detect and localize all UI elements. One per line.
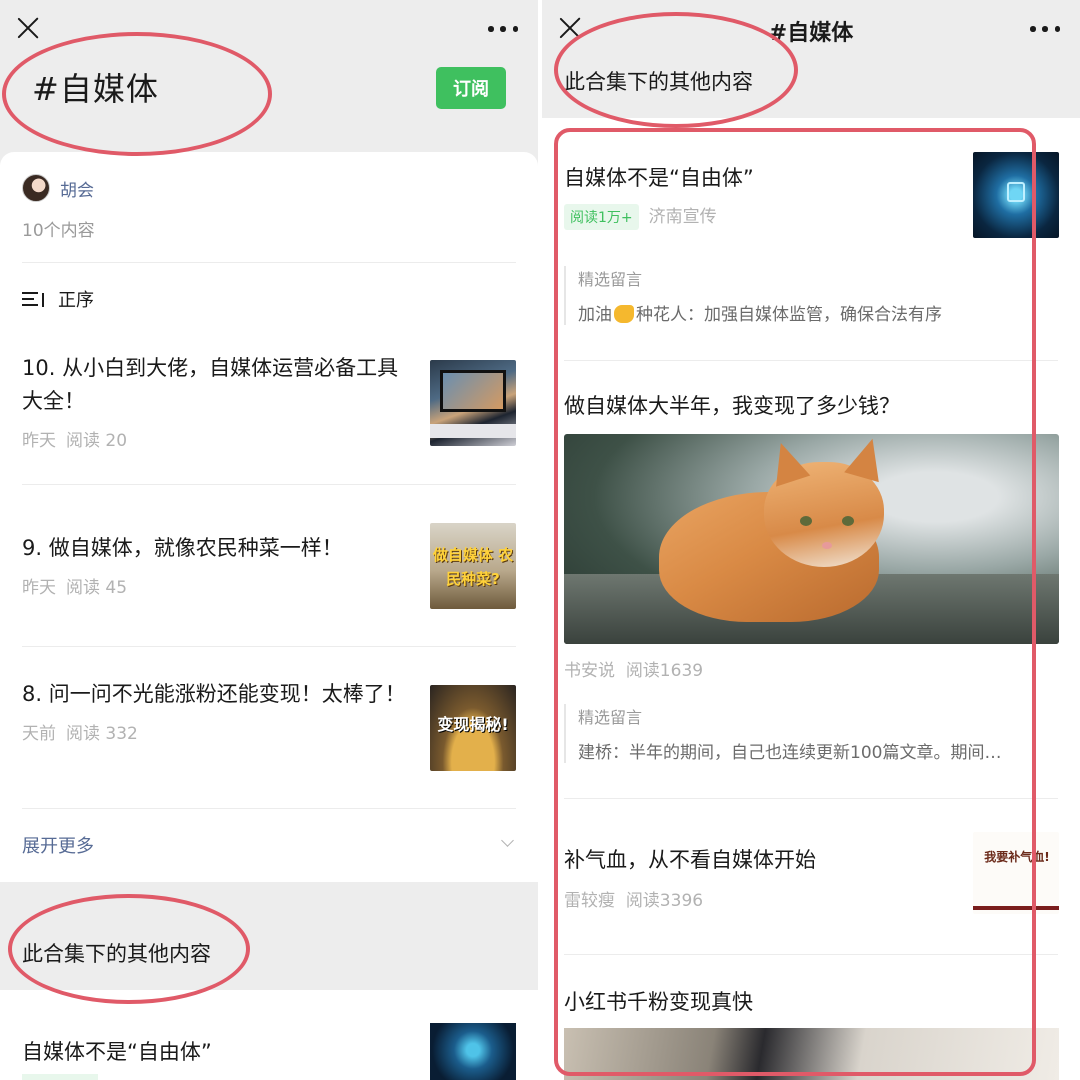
divider: [22, 808, 516, 809]
article-meta: 雷较瘦 阅读3396: [564, 886, 816, 911]
list-item[interactable]: 8. 问一问不光能涨粉还能变现！太棒了！ 天前 阅读 332 变现揭秘!: [22, 678, 516, 771]
item-title: 自媒体不是“自由体”: [22, 1040, 212, 1064]
chevron-down-icon: [501, 834, 514, 847]
subscribe-button[interactable]: 订阅: [436, 67, 506, 109]
thumbnail-caption: 我要补气血!: [984, 850, 1050, 864]
other-content-header: 此合集下的其他内容: [564, 70, 753, 94]
keyboard: [430, 424, 516, 438]
other-content-list: 自媒体不是“自由体” 阅读1万+ 济南宣传 精选留言 加油 种花人：加强自媒体监管，…: [542, 118, 1080, 1080]
close-icon[interactable]: [14, 14, 42, 42]
avatar: [22, 174, 50, 202]
article-title: 补气血，从不看自媒体开始: [564, 848, 816, 872]
hashtag-title: #自媒体: [32, 70, 159, 108]
left-panel: #自媒体 订阅 胡会 10个内容 正序 10. 从小白到大佬，自媒体运营必备工具…: [0, 0, 538, 1080]
right-panel: #自媒体 此合集下的其他内容 自媒体不是“自由体” 阅读1万+ 济南宣传 精选留言…: [542, 0, 1080, 1080]
read-tag-partial: [22, 1074, 98, 1080]
bottom-item[interactable]: 自媒体不是“自由体”: [0, 990, 538, 1080]
article-reads: 阅读1639: [625, 661, 704, 681]
article-meta: 书安说 阅读1639: [564, 656, 703, 681]
article-title: 自媒体不是“自由体”: [564, 166, 754, 190]
article-thumbnail: [973, 152, 1059, 238]
divider: [22, 646, 516, 647]
item-thumbnail: [430, 1023, 516, 1080]
item-reads: 阅读 45: [66, 578, 128, 598]
article-title[interactable]: 做自媒体大半年，我变现了多少钱？: [564, 390, 900, 420]
item-reads: 阅读 332: [66, 724, 138, 744]
sort-icon: [22, 290, 44, 308]
expand-more-link[interactable]: 展开更多: [22, 832, 516, 858]
featured-comment[interactable]: 精选留言 加油 种花人：加强自媒体监管，确保合法有序: [564, 266, 1058, 325]
content-count: 10个内容: [22, 221, 95, 241]
comment-body: 种花人：加强自媒体监管，确保合法有序: [636, 305, 942, 325]
divider: [22, 484, 516, 485]
read-badge: 阅读1万+: [564, 204, 639, 230]
cat-nose: [822, 542, 832, 549]
item-title: 9. 做自媒体，就像农民种菜一样！: [22, 536, 343, 560]
more-icon[interactable]: [488, 26, 518, 32]
thumbnail-bar: [973, 906, 1059, 910]
item-thumbnail: 做自媒体 农民种菜?: [430, 523, 516, 609]
item-date: 昨天: [22, 431, 56, 451]
expand-label: 展开更多: [22, 836, 94, 857]
comment-text: 建桥：半年的期间，自己也连续更新100篇文章。期间…: [578, 743, 1002, 763]
divider: [564, 360, 1058, 361]
author-name[interactable]: 胡会: [60, 176, 94, 201]
sort-label: 正序: [58, 290, 94, 311]
thumbnail-caption: 变现揭秘!: [437, 715, 509, 734]
divider: [564, 798, 1058, 799]
flexed-biceps-icon: [614, 305, 634, 323]
article-source: 雷较瘦: [564, 891, 615, 911]
article-item[interactable]: 自媒体不是“自由体” 阅读1万+ 济南宣传: [564, 162, 754, 230]
comment-text: 加油 种花人：加强自媒体监管，确保合法有序: [578, 300, 1058, 325]
divider: [22, 262, 516, 263]
article-source: 济南宣传: [648, 207, 717, 227]
other-content-header: 此合集下的其他内容: [22, 942, 211, 966]
item-date: 天前: [22, 724, 56, 744]
article-cover-image: [564, 434, 1059, 644]
article-title[interactable]: 小红书千粉变现真快: [564, 986, 753, 1016]
article-thumbnail: 我要补气血!: [973, 832, 1059, 914]
article-reads: 阅读3396: [625, 891, 704, 911]
featured-comment[interactable]: 精选留言 建桥：半年的期间，自己也连续更新100篇文章。期间…: [564, 704, 1058, 763]
divider: [564, 954, 1058, 955]
list-item[interactable]: 9. 做自媒体，就像农民种菜一样！ 昨天 阅读 45 做自媒体 农民种菜?: [22, 523, 516, 609]
item-reads: 阅读 20: [66, 431, 128, 451]
item-title: 10. 从小白到大佬，自媒体运营必备工具大全！: [22, 356, 399, 413]
laptop-screen: [440, 370, 506, 412]
article-meta: 阅读1万+ 济南宣传: [564, 202, 754, 230]
cat-eye: [800, 516, 812, 526]
cat-eye: [842, 516, 854, 526]
more-icon[interactable]: [1030, 26, 1060, 32]
article-cover-image: [564, 1028, 1059, 1080]
lock-icon: [1007, 182, 1025, 202]
list-item[interactable]: 10. 从小白到大佬，自媒体运营必备工具大全！ 昨天 阅读 20: [22, 352, 516, 451]
author-row[interactable]: 胡会: [22, 174, 94, 202]
item-thumbnail: 变现揭秘!: [430, 685, 516, 771]
comment-user: 加油: [578, 305, 612, 325]
page-title: #自媒体: [768, 21, 854, 46]
article-item[interactable]: 补气血，从不看自媒体开始 雷较瘦 阅读3396: [564, 844, 816, 911]
comment-heading: 精选留言: [578, 270, 643, 289]
item-thumbnail: [430, 360, 516, 446]
comment-heading: 精选留言: [578, 708, 643, 727]
item-title: 8. 问一问不光能涨粉还能变现！太棒了！: [22, 682, 406, 706]
thumbnail-caption: 做自媒体 农民种菜?: [432, 546, 514, 588]
sort-toggle[interactable]: 正序: [22, 286, 94, 312]
item-date: 昨天: [22, 578, 56, 598]
article-source: 书安说: [564, 661, 615, 681]
collection-card: 胡会 10个内容 正序 10. 从小白到大佬，自媒体运营必备工具大全！ 昨天 阅读…: [0, 152, 538, 882]
